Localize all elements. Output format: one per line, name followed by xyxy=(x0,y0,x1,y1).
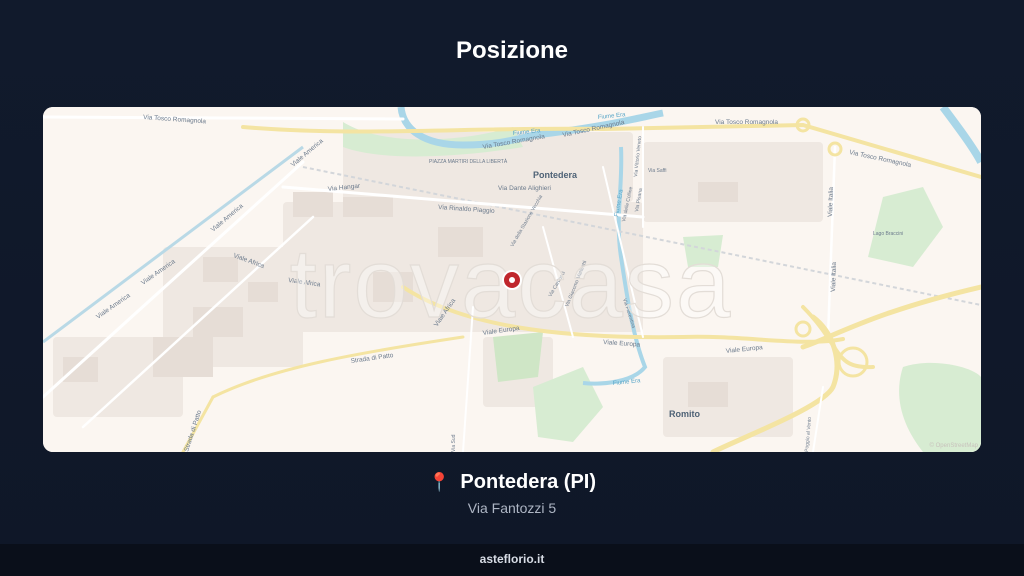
street-label: Via Dante Alighieri xyxy=(498,185,551,192)
marker-center-dot xyxy=(509,277,515,283)
map-canvas[interactable]: Pontedera Romito Via Tosco Romagnola Via… xyxy=(43,107,981,452)
street-label: Viale Italia xyxy=(827,187,835,217)
map-view[interactable]: Pontedera Romito Via Tosco Romagnola Via… xyxy=(43,107,981,452)
street-label: Via Sud xyxy=(451,434,457,452)
footer-brand[interactable]: asteflorio.it xyxy=(480,552,545,566)
map-attribution[interactable]: © OpenStreetMap xyxy=(930,442,979,449)
map-pin-icon: 📍 xyxy=(428,472,451,492)
page-title: Posizione xyxy=(455,37,569,64)
street-label: Viale Italia xyxy=(830,262,838,292)
poi-label: PIAZZA MARTIRI DELLA LIBERTÀ xyxy=(429,158,508,165)
location-address: Via Fantozzi 5 xyxy=(467,500,557,516)
location-heading: 📍 Pontedera (PI) xyxy=(0,471,1024,494)
location-marker[interactable] xyxy=(502,270,522,290)
street-label: Via Tosco Romagnola xyxy=(715,119,778,126)
town-label-pontedera: Pontedera xyxy=(533,170,578,180)
street-label: Via Saffi xyxy=(648,168,666,174)
footer-bar: asteflorio.it xyxy=(0,544,1024,576)
location-city: Pontedera (PI) xyxy=(460,471,596,493)
poi-label: Lago Braccini xyxy=(873,231,903,237)
town-label-romito: Romito xyxy=(669,409,700,419)
